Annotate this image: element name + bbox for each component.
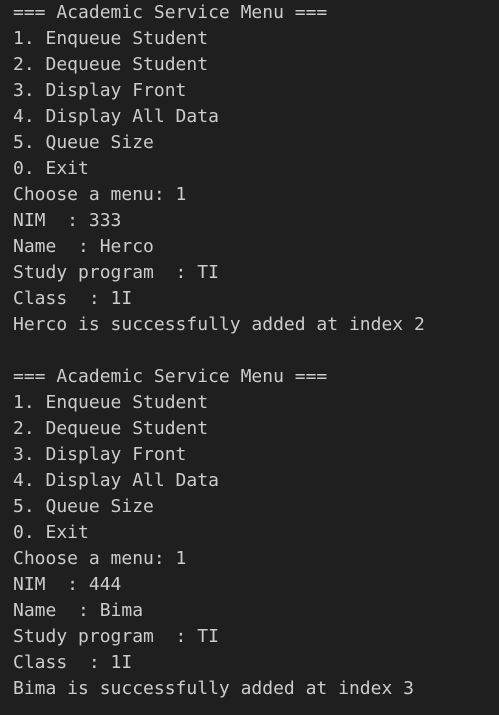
nim-input-line: NIM : 333 [13,210,122,231]
menu-option-display-all: 4. Display All Data [13,470,219,491]
name-input-line: Name : Herco [13,236,154,257]
menu-option-display-all: 4. Display All Data [13,106,219,127]
menu-title-line: === Academic Service Menu === [13,2,328,23]
menu-option-enqueue: 1. Enqueue Student [13,28,209,49]
study-program-input-line: Study program : TI [13,262,219,283]
class-input-line: Class : 1I [13,288,133,309]
menu-choice-line: Choose a menu: 1 [13,548,187,569]
menu-option-display-front: 3. Display Front [13,444,187,465]
menu-title-line: === Academic Service Menu === [13,366,328,387]
menu-option-queue-size: 5. Queue Size [13,132,154,153]
menu-option-dequeue: 2. Dequeue Student [13,418,209,439]
nim-input-line: NIM : 444 [13,574,122,595]
success-message-line: Herco is successfully added at index 2 [13,314,425,335]
class-input-line: Class : 1I [13,652,133,673]
menu-option-exit: 0. Exit [13,522,89,543]
success-message-line: Bima is successfully added at index 3 [13,678,414,699]
menu-choice-line: Choose a menu: 1 [13,184,187,205]
menu-option-exit: 0. Exit [13,158,89,179]
name-input-line: Name : Bima [13,600,144,621]
menu-option-queue-size: 5. Queue Size [13,496,154,517]
study-program-input-line: Study program : TI [13,626,219,647]
terminal-output[interactable]: === Academic Service Menu === 1. Enqueue… [0,0,499,715]
menu-option-display-front: 3. Display Front [13,80,187,101]
menu-option-dequeue: 2. Dequeue Student [13,54,209,75]
terminal-lines: === Academic Service Menu === 1. Enqueue… [13,0,499,702]
menu-option-enqueue: 1. Enqueue Student [13,392,209,413]
